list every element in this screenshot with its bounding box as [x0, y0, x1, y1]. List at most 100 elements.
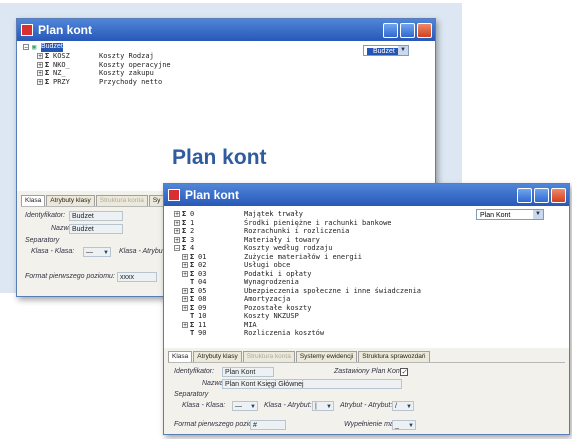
expand-icon[interactable]: +: [174, 228, 180, 235]
chevron-down-icon: ▼: [398, 46, 408, 55]
expand-icon[interactable]: +: [182, 321, 188, 328]
page-heading: Plan kont: [172, 146, 267, 169]
chevron-down-icon: ▼: [326, 404, 332, 410]
name-field[interactable]: Plan Kont Księgi Głównej: [222, 379, 402, 389]
klasa-atrybut-select[interactable]: | ▼: [312, 401, 334, 411]
collapse-icon[interactable]: −: [23, 44, 29, 51]
account-code: 09: [198, 303, 207, 312]
expand-icon[interactable]: +: [174, 219, 180, 226]
account-code: 1: [190, 218, 195, 227]
minimize-button[interactable]: [517, 187, 532, 203]
tab-4[interactable]: Struktura sprawozdań: [358, 351, 430, 362]
chevron-down-icon: ▼: [408, 423, 414, 429]
tab-1[interactable]: Atrybuty klasy: [193, 351, 242, 362]
account-code: 0: [190, 210, 195, 218]
format-field[interactable]: #: [250, 420, 286, 430]
account-name: Środki pieniężne i rachunki bankowe: [244, 218, 392, 227]
expand-icon[interactable]: +: [182, 253, 188, 260]
back-titlebar: Plan kont: [17, 19, 435, 41]
sigma-icon: T: [190, 329, 195, 337]
atrybut-atrybut-select[interactable]: / ▼: [392, 401, 414, 411]
sigma-icon: Σ: [45, 60, 50, 69]
mask-select[interactable]: _ ▼: [392, 420, 416, 430]
account-code: 05: [198, 286, 207, 295]
chevron-down-icon: ▼: [103, 250, 109, 256]
account-name: Koszty operacyjne: [99, 60, 171, 69]
sigma-icon: Σ: [182, 227, 187, 235]
tab-0[interactable]: Klasa: [21, 195, 46, 206]
sigma-icon: Σ: [182, 210, 187, 218]
close-button[interactable]: [417, 22, 432, 38]
back-plan-select[interactable]: Budżet ▼: [363, 45, 409, 56]
expand-icon[interactable]: +: [182, 287, 188, 294]
maximize-button[interactable]: [534, 187, 549, 203]
collapse-icon[interactable]: −: [174, 245, 180, 252]
sigma-icon: Σ: [182, 235, 187, 244]
account-name: Koszty Rodzaj: [99, 52, 154, 60]
identifier-field[interactable]: Plan Kont: [222, 367, 274, 377]
front-window: Plan kont + Σ 0 Majątek trwały + Σ 1 Środki pie…: [163, 183, 570, 435]
minimize-button[interactable]: [383, 22, 398, 38]
sigma-icon: Σ: [45, 52, 50, 60]
front-plan-select[interactable]: Plan Kont ▼: [476, 209, 544, 220]
account-code: 04: [198, 278, 207, 286]
account-name: Przychody netto: [99, 77, 163, 86]
app-icon: [21, 24, 33, 36]
name-field[interactable]: Budżet: [69, 224, 123, 234]
tab-3[interactable]: Systemy ewidencji: [295, 351, 358, 362]
back-tabs: Klasa Atrybuty klasy Struktura konta Sy: [21, 195, 165, 206]
account-name: Koszty według rodzaju: [244, 244, 333, 252]
tab-1[interactable]: Atrybuty klasy: [46, 195, 95, 206]
divider: [168, 362, 565, 363]
account-name: Materiały i towary: [244, 235, 320, 244]
account-code: 90: [198, 329, 207, 337]
format-field[interactable]: xxxx: [117, 272, 157, 282]
expand-icon[interactable]: +: [182, 270, 188, 277]
sigma-icon: T: [190, 312, 195, 320]
tab-0[interactable]: Klasa: [168, 351, 193, 362]
account-name: Podatki i opłaty: [244, 269, 312, 278]
back-window-title: Plan kont: [38, 23, 93, 37]
account-code: 03: [198, 269, 207, 278]
account-code: 08: [198, 295, 207, 303]
sigma-icon: Σ: [190, 303, 195, 312]
tab-2[interactable]: Struktura konta: [95, 195, 148, 206]
chevron-down-icon: ▼: [250, 404, 256, 410]
sigma-icon: Σ: [190, 252, 195, 261]
expand-icon[interactable]: +: [182, 304, 188, 311]
default-plan-checkbox[interactable]: ✓: [400, 368, 408, 376]
expand-icon[interactable]: +: [37, 61, 43, 68]
account-code: KOSZ: [53, 52, 70, 60]
expand-icon[interactable]: +: [174, 211, 180, 218]
expand-icon[interactable]: +: [182, 296, 188, 303]
expand-icon[interactable]: +: [37, 70, 43, 77]
sigma-icon: Σ: [182, 244, 187, 252]
account-name: Zużycie materiałów i energii: [244, 252, 363, 261]
front-window-title: Plan kont: [185, 188, 240, 202]
account-name: Wynagrodzenia: [244, 278, 299, 286]
front-tabs: Klasa Atrybuty klasy Struktura konta System…: [168, 351, 431, 362]
expand-icon[interactable]: +: [174, 236, 180, 243]
sigma-icon: Σ: [190, 295, 195, 303]
account-code: NKO_: [53, 60, 70, 69]
account-name: Rozliczenia kosztów: [244, 329, 325, 337]
account-code: 01: [198, 252, 207, 261]
maximize-button[interactable]: [400, 22, 415, 38]
klasa-klasa-select[interactable]: — ▼: [232, 401, 258, 411]
klasa-klasa-select[interactable]: — ▼: [83, 247, 111, 257]
account-name: Koszty NKZUSP: [244, 312, 299, 320]
expand-icon[interactable]: +: [37, 53, 43, 60]
account-code: NZ_: [53, 69, 66, 77]
identifier-field[interactable]: Budzet: [69, 211, 123, 221]
sigma-icon: Σ: [182, 218, 187, 227]
account-name: Amortyzacja: [244, 295, 291, 303]
expand-icon[interactable]: +: [182, 262, 188, 269]
account-name: Usługi obce: [244, 261, 291, 269]
close-button[interactable]: [551, 187, 566, 203]
tab-2[interactable]: Struktura konta: [242, 351, 295, 362]
account-name: Rozrachunki i rozliczenia: [244, 227, 350, 235]
front-form: Identyfikator: Plan Kont Zastawiony Plan…: [174, 367, 416, 430]
expand-icon[interactable]: +: [37, 78, 43, 85]
account-code: 02: [198, 261, 207, 269]
sigma-icon: Σ: [45, 69, 50, 77]
